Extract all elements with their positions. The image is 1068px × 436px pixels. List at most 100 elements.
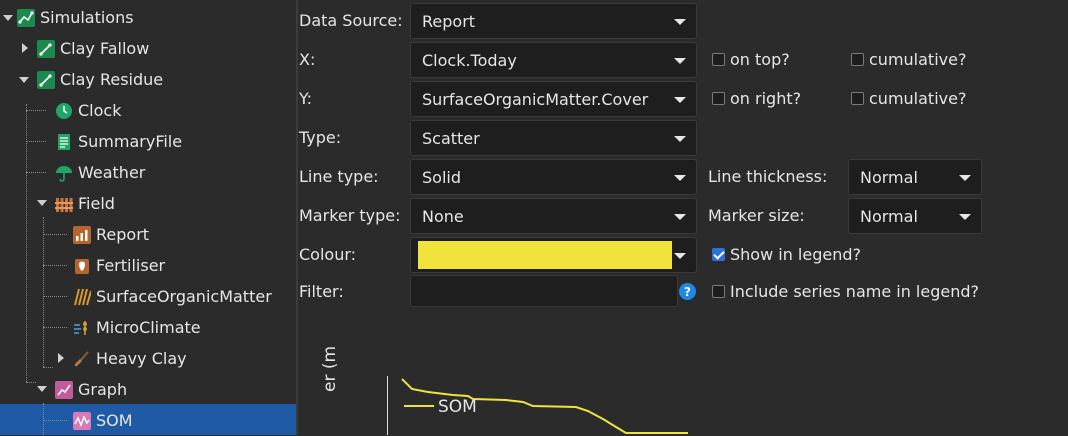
marker-type-label: Marker type: (299, 206, 401, 225)
tree-guide (43, 265, 67, 266)
expand-arrow-icon[interactable] (37, 200, 47, 206)
tree-item-fertiliser[interactable]: Fertiliser (73, 250, 165, 281)
tree-guide (26, 110, 46, 111)
filter-label: Filter: (299, 282, 344, 301)
line-type-dropdown[interactable]: Solid (410, 159, 697, 195)
tree-item-label: SummaryFile (78, 132, 183, 151)
tree-item-summaryfile[interactable]: SummaryFile (55, 126, 182, 157)
tree-guide (26, 141, 46, 142)
tree-guide (43, 367, 53, 368)
tree-item-clay-fallow[interactable]: Clay Fallow (37, 33, 149, 64)
x-field-value: Clock.Today (422, 50, 517, 70)
expand-arrow-icon[interactable] (22, 43, 28, 53)
tree-item-label: Clay Fallow (60, 39, 150, 58)
tree-guide (43, 234, 67, 235)
chevron-down-icon (674, 175, 686, 181)
y-field-dropdown[interactable]: SurfaceOrganicMatter.Cover (410, 81, 697, 117)
tree-guide (43, 420, 67, 421)
y-cumulative-checkbox[interactable]: cumulative? (851, 89, 966, 108)
tree-item-label: SOM (96, 411, 133, 430)
checkbox-box[interactable] (712, 285, 725, 298)
legend-label: SOM (438, 397, 477, 417)
marker-size-dropdown[interactable]: Normal (848, 198, 982, 234)
data-source-dropdown[interactable]: Report (410, 3, 697, 39)
tree-item-surfaceorganicmatter[interactable]: SurfaceOrganicMatter (73, 281, 272, 312)
line-thickness-value: Normal (860, 167, 918, 187)
tree-guide (26, 172, 46, 173)
tree-item-simulations[interactable]: Simulations (17, 2, 134, 33)
tree-item-label: Clay Residue (60, 70, 164, 89)
umbrella-icon (55, 164, 73, 182)
marker-size-label: Marker size: (708, 206, 805, 225)
checkbox-box[interactable] (851, 92, 864, 105)
checkbox-box[interactable] (712, 92, 725, 105)
document-icon (55, 133, 73, 151)
tree-guide (43, 403, 44, 435)
tree-item-microclimate[interactable]: MicroClimate (73, 312, 201, 343)
show-in-legend-checkbox[interactable]: Show in legend? (712, 245, 861, 264)
expand-arrow-icon[interactable] (3, 15, 13, 21)
expand-arrow-icon[interactable] (19, 77, 29, 83)
data-source-label: Data Source: (299, 11, 403, 30)
x-on-top-checkbox[interactable]: on top? (712, 50, 790, 69)
pane-divider[interactable] (296, 0, 298, 435)
y-axis-title: er (m (320, 345, 340, 392)
tree-item-report[interactable]: Report (73, 219, 149, 250)
line-type-value: Solid (422, 167, 461, 187)
chevron-down-icon (674, 19, 686, 25)
tree-item-clay-residue[interactable]: Clay Residue (37, 64, 163, 95)
line-type-label: Line type: (299, 167, 379, 186)
tree-item-som[interactable]: SOM (73, 405, 133, 436)
y-on-right-checkbox[interactable]: on right? (712, 89, 801, 108)
clock-icon (55, 102, 73, 120)
tree-guide (43, 327, 67, 328)
marker-type-value: None (422, 206, 464, 226)
colour-swatch[interactable] (418, 241, 672, 269)
type-value: Scatter (422, 128, 480, 148)
tree-item-label: SurfaceOrganicMatter (96, 287, 272, 306)
simulation-icon (37, 39, 55, 58)
fence-icon (55, 195, 73, 213)
expand-arrow-icon[interactable] (58, 353, 64, 363)
tree-item-clock[interactable]: Clock (55, 95, 121, 126)
colour-label: Colour: (299, 245, 357, 264)
x-cumulative-checkbox[interactable]: cumulative? (851, 50, 966, 69)
tree-guide (26, 104, 27, 382)
simulation-icon (37, 70, 55, 89)
tree-item-heavy-clay[interactable]: Heavy Clay (73, 343, 187, 374)
type-dropdown[interactable]: Scatter (410, 120, 697, 156)
tree-item-field[interactable]: Field (55, 188, 115, 219)
y-field-value: SurfaceOrganicMatter.Cover (422, 89, 649, 109)
report-icon (73, 225, 91, 244)
expand-arrow-icon[interactable] (37, 386, 47, 392)
y-cumulative-label: cumulative? (869, 89, 967, 108)
tree-item-label: Graph (78, 380, 128, 399)
checkbox-box[interactable] (712, 53, 725, 66)
checkbox-box[interactable] (851, 53, 864, 66)
x-on-top-label: on top? (730, 50, 790, 69)
microclimate-icon (73, 319, 91, 337)
tree-item-label: MicroClimate (96, 318, 201, 337)
y-on-right-label: on right? (730, 89, 802, 108)
tree-item-label: Report (96, 225, 150, 244)
chevron-down-icon (674, 214, 686, 220)
x-field-dropdown[interactable]: Clock.Today (410, 42, 697, 78)
help-icon[interactable]: ? (679, 283, 696, 300)
tree-item-label: Field (78, 194, 115, 213)
line-thickness-dropdown[interactable]: Normal (848, 159, 982, 195)
tree-item-weather[interactable]: Weather (55, 157, 145, 188)
data-source-value: Report (422, 11, 476, 31)
simulation-tree: Simulations Clay Fallow Clay Residue Clo… (0, 0, 296, 435)
checkbox-checked-icon[interactable] (712, 248, 725, 261)
tree-guide (26, 382, 36, 383)
chevron-down-icon (674, 58, 686, 64)
include-series-name-checkbox[interactable]: Include series name in legend? (712, 282, 979, 301)
fertiliser-bag-icon (73, 257, 91, 275)
chevron-down-icon (959, 175, 971, 181)
marker-type-dropdown[interactable]: None (410, 198, 697, 234)
shovel-icon (73, 350, 91, 368)
chevron-down-icon (959, 214, 971, 220)
tree-item-label: Simulations (40, 8, 134, 27)
filter-input[interactable] (410, 275, 678, 307)
tree-item-graph[interactable]: Graph (55, 374, 127, 405)
